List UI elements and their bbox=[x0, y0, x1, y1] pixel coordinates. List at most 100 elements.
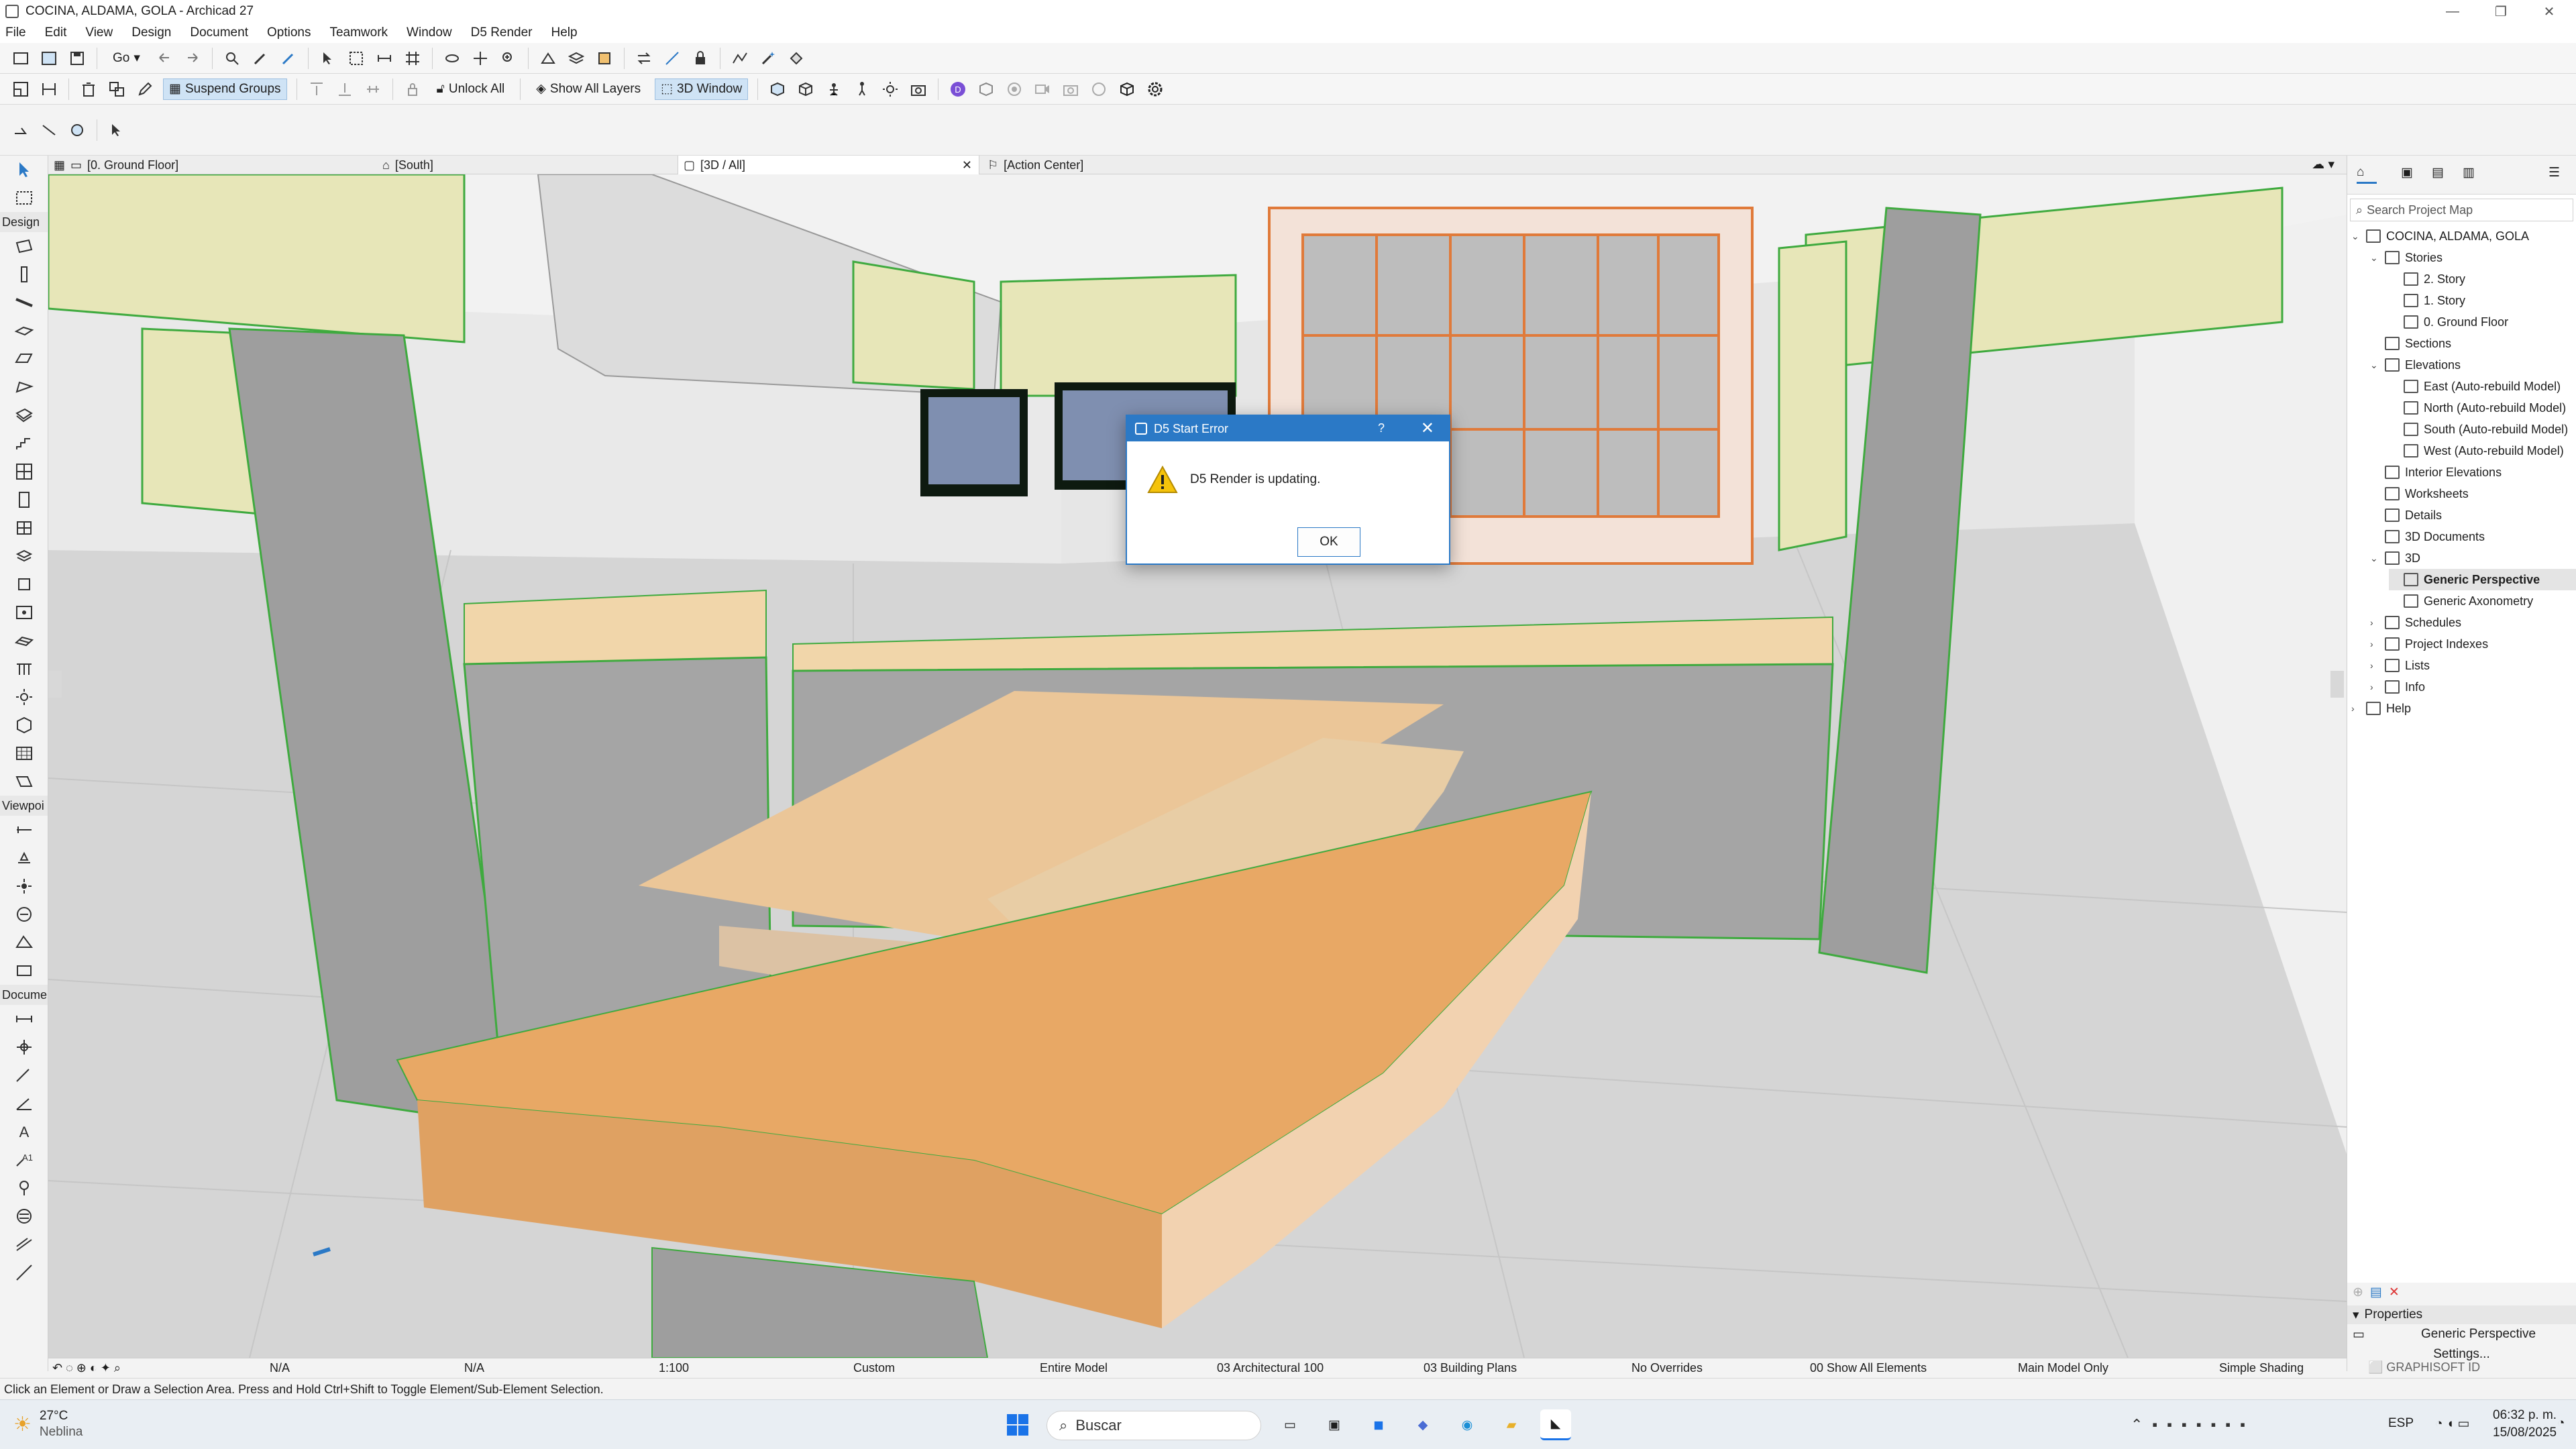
tab-overflow-icon[interactable]: ☁ ▾ bbox=[2312, 157, 2334, 172]
tab-action-center[interactable]: ⚐ [Action Center] bbox=[982, 156, 1277, 174]
arrow-tool-icon[interactable] bbox=[319, 49, 337, 68]
column-tool[interactable] bbox=[0, 260, 48, 288]
expand-caret-icon[interactable]: ⌄ bbox=[2351, 231, 2361, 242]
geometry-method-icon[interactable] bbox=[11, 121, 30, 140]
tree-item[interactable]: ⌄ Elevations bbox=[2370, 354, 2576, 376]
tree-item[interactable]: Sections bbox=[2370, 333, 2576, 354]
expand-caret-icon[interactable]: › bbox=[2370, 617, 2379, 628]
3d-viewport[interactable] bbox=[48, 174, 2347, 1358]
equipment-tool[interactable] bbox=[0, 711, 48, 739]
renovation-icon[interactable] bbox=[595, 49, 614, 68]
asset-library-icon[interactable] bbox=[1089, 80, 1108, 99]
maximize-button[interactable]: ❐ bbox=[2481, 0, 2521, 23]
status-field-1[interactable]: N/A bbox=[270, 1361, 290, 1375]
dialog-close-button[interactable]: ✕ bbox=[1421, 419, 1434, 438]
edit-pencil-icon[interactable] bbox=[136, 80, 154, 99]
find-select-icon[interactable] bbox=[223, 49, 241, 68]
system-tray-icons[interactable]: ⌃▪▪▪▪▪▪▪ bbox=[2131, 1416, 2255, 1434]
navigator-menu-icon[interactable]: ☰ bbox=[2548, 165, 2560, 180]
package-icon[interactable] bbox=[1118, 80, 1136, 99]
viewpoint-section-header[interactable]: Viewpoi bbox=[0, 796, 48, 816]
weather-widget[interactable]: ☀ 27°C Neblina bbox=[13, 1408, 83, 1440]
skylight-tool[interactable] bbox=[0, 570, 48, 598]
layout-icon[interactable] bbox=[40, 49, 58, 68]
d5-render-icon[interactable]: D bbox=[949, 80, 967, 99]
snap-guide-icon[interactable] bbox=[663, 49, 682, 68]
notification-icon[interactable]: ◔ bbox=[2557, 1416, 2565, 1431]
suspend-groups-button[interactable]: ▦ Suspend Groups bbox=[163, 78, 287, 100]
polyline-icon[interactable] bbox=[731, 49, 749, 68]
curtain-wall-tool[interactable] bbox=[0, 458, 48, 486]
tree-item[interactable]: 0. Ground Floor bbox=[2389, 311, 2576, 333]
go-button[interactable]: Go ▾ bbox=[107, 48, 146, 69]
menu-view[interactable]: View bbox=[85, 25, 113, 40]
orbit-icon[interactable] bbox=[443, 49, 462, 68]
marquee-tool[interactable] bbox=[0, 184, 48, 212]
tree-item[interactable]: 1. Story bbox=[2389, 290, 2576, 311]
layout-book-icon[interactable]: ▤ bbox=[2432, 165, 2444, 180]
design-section-header[interactable]: Design bbox=[0, 212, 48, 232]
stair-tool[interactable] bbox=[0, 429, 48, 458]
view-settings-icon[interactable]: ▤ bbox=[2370, 1285, 2382, 1300]
status-undo-icon[interactable]: ↶ ◌ ⊕ ◐ ✦ ⌕ bbox=[52, 1361, 121, 1375]
document-section-header[interactable]: Docume bbox=[0, 985, 48, 1005]
file-explorer-icon[interactable]: ▰ bbox=[1496, 1409, 1527, 1440]
distribute-icon[interactable] bbox=[364, 80, 382, 99]
taskbar-search[interactable]: ⌕ Buscar bbox=[1046, 1411, 1261, 1440]
expand-caret-icon[interactable]: ⌄ bbox=[2370, 360, 2379, 371]
radial-dimension-tool[interactable] bbox=[0, 1061, 48, 1089]
show-all-layers-button[interactable]: ◈ Show All Layers bbox=[530, 78, 647, 100]
expand-caret-icon[interactable]: ⌄ bbox=[2370, 252, 2379, 264]
widgets-icon[interactable]: ▣ bbox=[1319, 1409, 1350, 1440]
dialog-help-button[interactable]: ? bbox=[1378, 421, 1385, 435]
selection-method-icon[interactable] bbox=[40, 121, 58, 140]
graphic-overrides-field[interactable]: No Overrides bbox=[1631, 1361, 1703, 1375]
add-view-icon[interactable]: ⊕ bbox=[2353, 1285, 2363, 1300]
save-icon[interactable] bbox=[68, 49, 87, 68]
interior-elevation-tool[interactable] bbox=[0, 872, 48, 900]
roof-tool[interactable] bbox=[0, 345, 48, 373]
layer-combination-field[interactable]: Entire Model bbox=[1040, 1361, 1108, 1375]
tree-item[interactable]: › Lists bbox=[2370, 655, 2576, 676]
tab-south[interactable]: ⌂ [South] bbox=[377, 156, 672, 174]
tree-item[interactable]: › Info bbox=[2370, 676, 2576, 698]
language-indicator[interactable]: ESP bbox=[2388, 1416, 2414, 1431]
pen-set-field[interactable]: 03 Architectural 100 bbox=[1217, 1361, 1324, 1375]
align-bottom-icon[interactable] bbox=[335, 80, 354, 99]
pan-icon[interactable] bbox=[471, 49, 490, 68]
tree-item[interactable]: South (Auto-rebuild Model) bbox=[2389, 419, 2576, 440]
renovation-filter-field[interactable]: 00 Show All Elements bbox=[1810, 1361, 1927, 1375]
line-tool[interactable] bbox=[0, 1258, 48, 1287]
tree-item[interactable]: › Schedules bbox=[2370, 612, 2576, 633]
d5-link-icon[interactable] bbox=[1005, 80, 1024, 99]
sun-icon[interactable] bbox=[881, 80, 900, 99]
menu-edit[interactable]: Edit bbox=[45, 25, 67, 40]
unlock-all-button[interactable]: 🔓︎ Unlock All bbox=[431, 78, 511, 100]
object-tool[interactable] bbox=[0, 542, 48, 570]
menu-teamwork[interactable]: Teamwork bbox=[329, 25, 388, 40]
section-tool[interactable] bbox=[0, 816, 48, 844]
redo-icon[interactable] bbox=[183, 49, 202, 68]
d5-sync-icon[interactable] bbox=[977, 80, 996, 99]
expand-caret-icon[interactable]: ⌄ bbox=[2370, 553, 2379, 564]
elevation-marker-icon[interactable] bbox=[539, 49, 557, 68]
menu-d5-render[interactable]: D5 Render bbox=[471, 25, 533, 40]
tree-item[interactable]: East (Auto-rebuild Model) bbox=[2389, 376, 2576, 397]
wall-tool[interactable] bbox=[0, 232, 48, 260]
dimension-icon[interactable] bbox=[375, 49, 394, 68]
edge-icon[interactable]: ◉ bbox=[1452, 1409, 1483, 1440]
menu-help[interactable]: Help bbox=[551, 25, 578, 40]
window-tool[interactable] bbox=[0, 514, 48, 542]
scale-field[interactable]: 1:100 bbox=[659, 1361, 689, 1375]
grid-view-icon[interactable]: ▦ bbox=[54, 158, 65, 172]
detail-tool[interactable] bbox=[0, 928, 48, 957]
mesh-tool[interactable] bbox=[0, 627, 48, 655]
inject-parameters-icon[interactable] bbox=[279, 49, 298, 68]
expand-caret-icon[interactable]: › bbox=[2370, 660, 2379, 671]
tree-item[interactable]: Generic Perspective bbox=[2389, 569, 2576, 590]
tree-item[interactable]: Worksheets bbox=[2370, 483, 2576, 504]
model-view-options-field[interactable]: 03 Building Plans bbox=[1424, 1361, 1517, 1375]
align-top-icon[interactable] bbox=[307, 80, 326, 99]
search-project-map[interactable]: ⌕ Search Project Map bbox=[2350, 199, 2573, 221]
zone-tool[interactable] bbox=[0, 598, 48, 627]
